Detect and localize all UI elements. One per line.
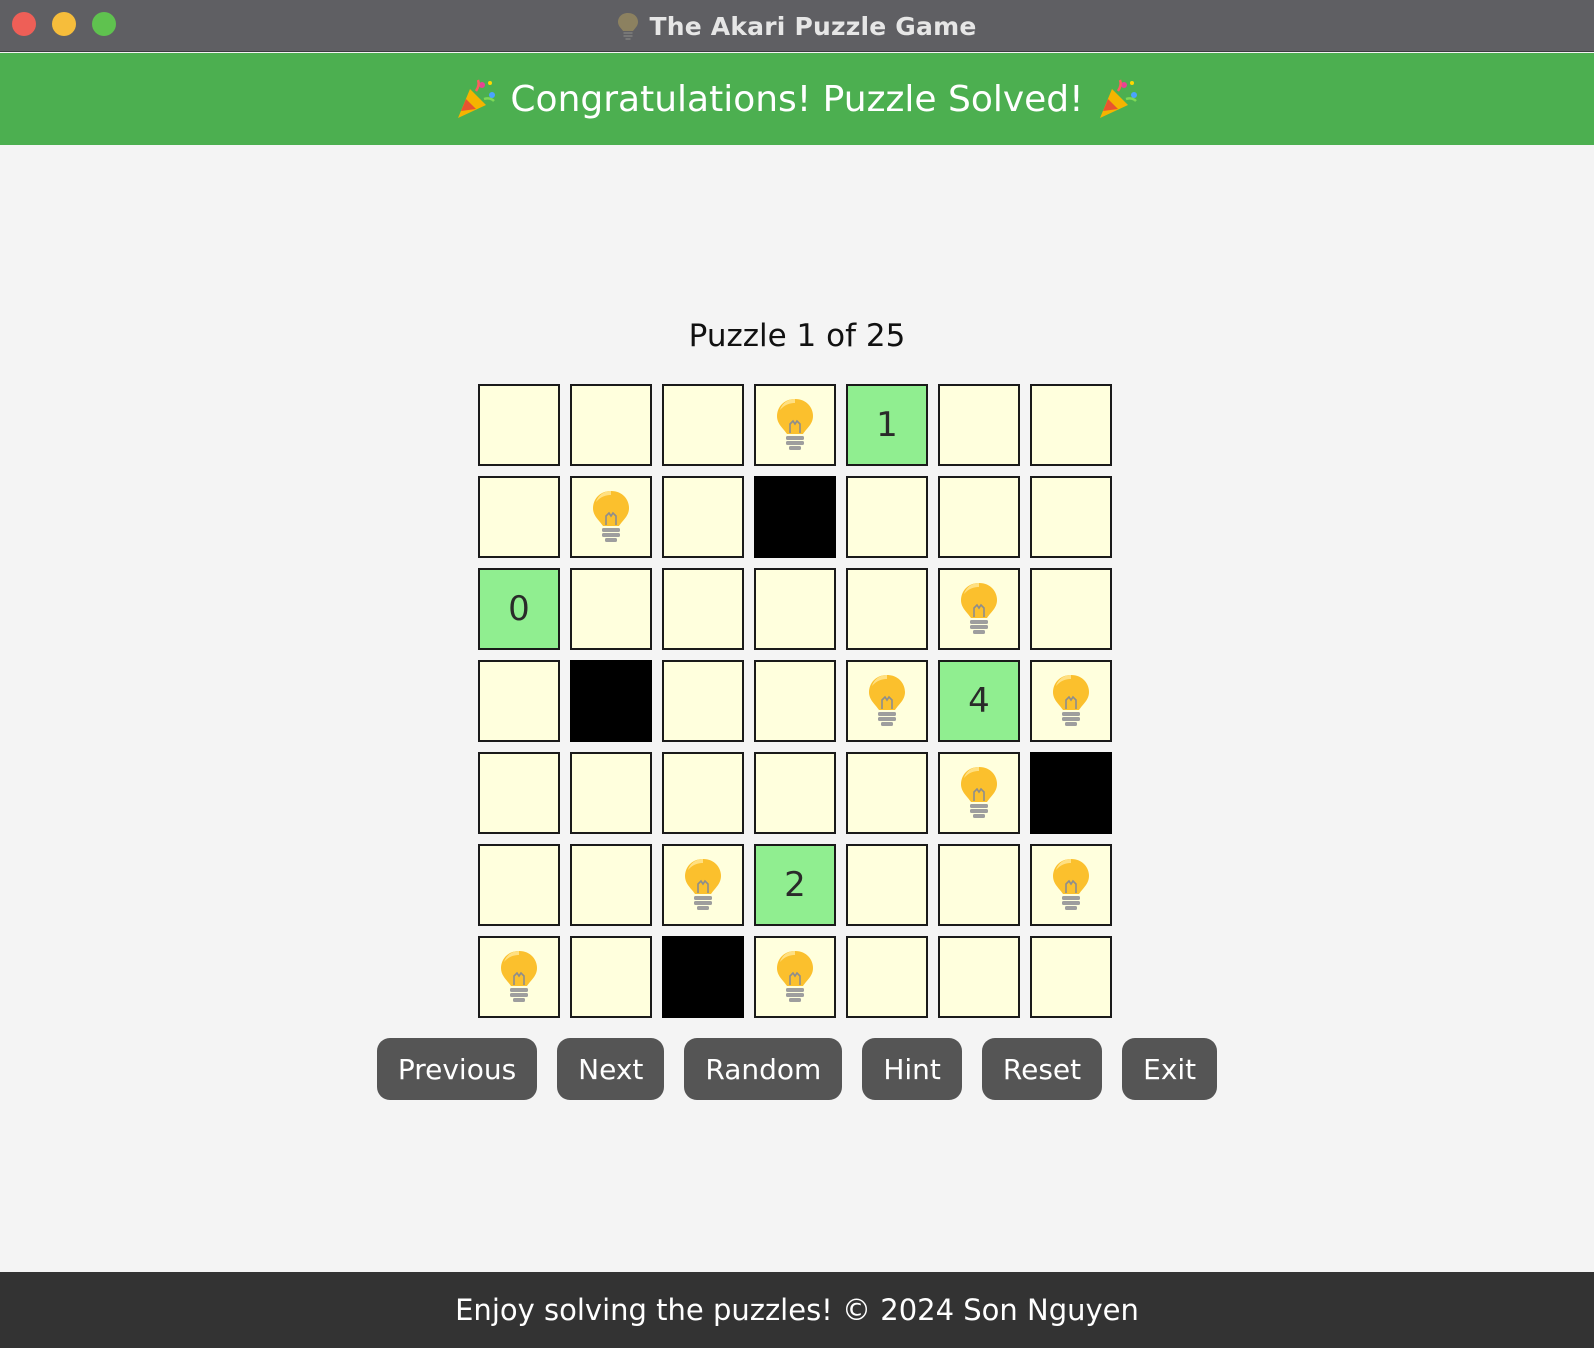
grid-cell-with-bulb[interactable] [1030, 660, 1112, 742]
grid-cell[interactable] [662, 660, 744, 742]
grid-cell[interactable] [662, 476, 744, 558]
lightbulb-icon [1049, 672, 1093, 730]
black-cell [754, 476, 836, 558]
lightbulb-icon [589, 488, 633, 546]
party-popper-icon [454, 77, 498, 121]
grid-cell[interactable] [662, 568, 744, 650]
lightbulb-icon [773, 948, 817, 1006]
next-button[interactable]: Next [557, 1038, 665, 1100]
grid-cell-with-bulb[interactable] [570, 476, 652, 558]
grid-cell[interactable] [570, 844, 652, 926]
grid-cell[interactable] [846, 936, 928, 1018]
party-popper-icon [1096, 77, 1140, 121]
lightbulb-icon [773, 396, 817, 454]
success-banner: Congratulations! Puzzle Solved! [0, 53, 1594, 145]
lightbulb-icon [957, 764, 1001, 822]
grid-cell-with-bulb[interactable] [846, 660, 928, 742]
lightbulb-icon [865, 672, 909, 730]
grid-cell[interactable] [1030, 384, 1112, 466]
grid-cell-with-bulb[interactable] [662, 844, 744, 926]
puzzle-counter: Puzzle 1 of 25 [688, 318, 906, 354]
title-bar: The Akari Puzzle Game [0, 0, 1594, 52]
grid-cell[interactable] [662, 752, 744, 834]
black-cell [662, 936, 744, 1018]
cell-number: 1 [876, 405, 898, 445]
grid-cell[interactable] [754, 568, 836, 650]
app-window: The Akari Puzzle Game Congratulations! P… [0, 0, 1594, 1348]
grid-cell[interactable] [846, 844, 928, 926]
grid-cell[interactable] [846, 752, 928, 834]
grid-cell[interactable] [478, 384, 560, 466]
black-cell [1030, 752, 1112, 834]
grid-cell[interactable] [938, 384, 1020, 466]
footer: Enjoy solving the puzzles! © 2024 Son Ng… [0, 1272, 1594, 1348]
grid-cell[interactable] [570, 384, 652, 466]
grid-cell[interactable] [938, 936, 1020, 1018]
grid-cell[interactable] [754, 660, 836, 742]
lightbulb-icon [957, 580, 1001, 638]
numbered-cell: 2 [754, 844, 836, 926]
grid-cell-with-bulb[interactable] [938, 568, 1020, 650]
grid-cell[interactable] [938, 844, 1020, 926]
success-message: Congratulations! Puzzle Solved! [510, 78, 1084, 120]
exit-button[interactable]: Exit [1122, 1038, 1218, 1100]
control-buttons: Previous Next Random Hint Reset Exit [0, 1038, 1594, 1100]
random-button[interactable]: Random [684, 1038, 843, 1100]
grid-cell[interactable] [478, 844, 560, 926]
grid-cell[interactable] [754, 752, 836, 834]
grid-cell[interactable] [1030, 568, 1112, 650]
lightbulb-icon [497, 948, 541, 1006]
puzzle-board: 1 0 4 2 [478, 384, 1118, 1024]
grid-cell[interactable] [570, 568, 652, 650]
grid-cell-with-bulb[interactable] [1030, 844, 1112, 926]
grid-cell[interactable] [846, 476, 928, 558]
grid-cell[interactable] [478, 752, 560, 834]
numbered-cell: 1 [846, 384, 928, 466]
grid-cell[interactable] [570, 936, 652, 1018]
lightbulb-icon [1049, 856, 1093, 914]
grid-cell[interactable] [1030, 476, 1112, 558]
hint-button[interactable]: Hint [862, 1038, 962, 1100]
numbered-cell: 4 [938, 660, 1020, 742]
grid-cell[interactable] [846, 568, 928, 650]
cell-number: 4 [968, 681, 990, 721]
grid-cell[interactable] [478, 476, 560, 558]
lightbulb-icon [617, 12, 639, 40]
grid-cell-with-bulb[interactable] [938, 752, 1020, 834]
grid-cell-with-bulb[interactable] [478, 936, 560, 1018]
black-cell [570, 660, 652, 742]
cell-number: 2 [784, 865, 806, 905]
grid-cell[interactable] [570, 752, 652, 834]
reset-button[interactable]: Reset [981, 1038, 1103, 1100]
grid-cell[interactable] [662, 384, 744, 466]
cell-number: 0 [508, 589, 530, 629]
window-title-group: The Akari Puzzle Game [0, 0, 1594, 52]
grid-cell-with-bulb[interactable] [754, 936, 836, 1018]
grid-cell[interactable] [1030, 936, 1112, 1018]
grid-cell[interactable] [478, 660, 560, 742]
grid-cell-with-bulb[interactable] [754, 384, 836, 466]
footer-text: Enjoy solving the puzzles! © 2024 Son Ng… [455, 1293, 1139, 1327]
numbered-cell: 0 [478, 568, 560, 650]
window-title: The Akari Puzzle Game [649, 11, 977, 41]
previous-button[interactable]: Previous [376, 1038, 538, 1100]
lightbulb-icon [681, 856, 725, 914]
grid-cell[interactable] [938, 476, 1020, 558]
